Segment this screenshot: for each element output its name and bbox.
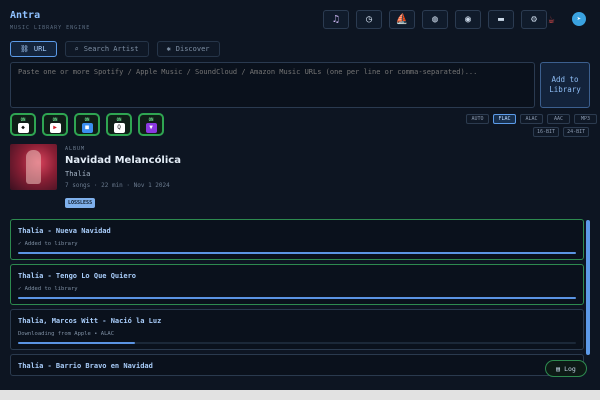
format-selector: AUTO FLAC ALAC AAC MP3 xyxy=(466,114,597,124)
lossless-badge: LOSSLESS xyxy=(65,198,96,208)
bit-depth-16-bit[interactable]: 16-BIT xyxy=(533,127,560,137)
track-progress xyxy=(18,297,576,299)
url-input[interactable] xyxy=(10,62,535,108)
bit-depth-24-bit[interactable]: 24-BIT xyxy=(563,127,590,137)
youtube-music-icon: ▶ xyxy=(49,122,61,133)
mode-tabs: ⛓ URL ⌕ Search Artist ✱ Discover xyxy=(10,41,220,57)
deezer-icon: ▼ xyxy=(145,122,157,133)
bit-depth-selector: 16-BIT 24-BIT xyxy=(533,127,590,137)
add-button-line1: Add to xyxy=(551,75,579,84)
history-button[interactable]: ◷ xyxy=(356,10,382,29)
sailboat-icon: ⛵ xyxy=(395,14,409,25)
track-progress xyxy=(18,342,576,344)
track-status: ✓ Added to library xyxy=(18,241,78,247)
coffee-icon[interactable]: ☕ xyxy=(548,13,555,26)
source-toggle-apple-music[interactable]: ON ■ xyxy=(74,113,100,136)
scrollbar[interactable] xyxy=(586,220,590,355)
source-status: ON xyxy=(52,116,58,122)
gear-button[interactable]: ⚙ xyxy=(521,10,547,29)
tab-label: URL xyxy=(33,45,47,53)
music-button[interactable]: ♫ xyxy=(323,10,349,29)
track-name: Thalía, Marcos Witt - Nació la Luz xyxy=(18,317,162,325)
album-card: ALBUM Navidad Melancólica Thalía 7 songs… xyxy=(10,144,181,208)
tidal-icon: ◆ xyxy=(17,122,29,133)
app-subtitle: MUSIC LIBRARY ENGINE xyxy=(10,25,91,31)
source-toggles: ON ◆ ON ▶ ON ■ ON Q ON ▼ xyxy=(10,113,164,136)
source-toggle-deezer[interactable]: ON ▼ xyxy=(138,113,164,136)
add-button-line2: Library xyxy=(549,85,581,94)
brand: Antra MUSIC LIBRARY ENGINE xyxy=(10,10,90,31)
track-status: Downloading from Apple • ALAC xyxy=(18,331,115,337)
toolbar: ♫ ◷ ⛵ ◍ ◉ ▬ ⚙ xyxy=(323,10,547,29)
tab-icon: ⌕ xyxy=(74,45,79,53)
palette-icon: ◉ xyxy=(464,14,472,25)
app-title: Antra xyxy=(10,10,41,21)
browser-footer xyxy=(0,390,600,400)
log-label: Log xyxy=(564,364,576,373)
sailboat-button[interactable]: ⛵ xyxy=(389,10,415,29)
telegram-icon[interactable]: ➤ xyxy=(572,12,586,26)
tab-icon: ⛓ xyxy=(20,45,29,53)
qobuz-icon: Q xyxy=(113,122,125,133)
album-meta: 7 songs · 22 min · Nov 1 2024 xyxy=(65,182,170,189)
track-status: ✓ Added to library xyxy=(18,286,78,292)
track-row: Thalía, Marcos Witt - Nació la Luz Downlo… xyxy=(10,309,584,350)
music-icon: ♫ xyxy=(332,14,340,25)
add-to-library-button[interactable]: Add to Library xyxy=(540,62,590,108)
source-status: ON xyxy=(148,116,154,122)
gear-icon: ⚙ xyxy=(530,14,538,25)
globe-icon: ◍ xyxy=(431,14,439,25)
album-cover xyxy=(10,144,57,190)
folder-button[interactable]: ▬ xyxy=(488,10,514,29)
tab-search-artist[interactable]: ⌕ Search Artist xyxy=(64,41,149,57)
format-alac[interactable]: ALAC xyxy=(520,114,543,124)
album-title: Navidad Melancólica xyxy=(65,155,181,166)
track-name: Thalía - Barrio Bravo en Navidad xyxy=(18,362,153,370)
track-progress-fill xyxy=(18,342,136,344)
track-name: Thalía - Nueva Navidad xyxy=(18,227,111,235)
folder-icon: ▬ xyxy=(497,14,505,25)
history-icon: ◷ xyxy=(365,14,373,25)
track-progress-fill xyxy=(18,297,576,299)
track-progress-fill xyxy=(18,252,576,254)
format-aac[interactable]: AAC xyxy=(547,114,570,124)
track-progress xyxy=(18,252,576,254)
source-toggle-qobuz[interactable]: ON Q xyxy=(106,113,132,136)
track-row: Thalía - Barrio Bravo en Navidad xyxy=(10,354,584,376)
tab-discover[interactable]: ✱ Discover xyxy=(156,41,220,57)
format-flac[interactable]: FLAC xyxy=(493,114,516,124)
log-icon: ▤ xyxy=(556,364,561,373)
track-name: Thalía - Tengo Lo Que Quiero xyxy=(18,272,137,280)
apple-music-icon: ■ xyxy=(81,122,93,133)
tab-icon: ✱ xyxy=(166,45,171,53)
format-mp3[interactable]: MP3 xyxy=(574,114,597,124)
source-toggle-youtube-music[interactable]: ON ▶ xyxy=(42,113,68,136)
album-artist: Thalía xyxy=(65,170,91,178)
source-status: ON xyxy=(20,116,26,122)
tab-url[interactable]: ⛓ URL xyxy=(10,41,57,57)
log-button[interactable]: ▤ Log xyxy=(545,360,587,377)
source-status: ON xyxy=(116,116,122,122)
tab-label: Discover xyxy=(175,45,210,53)
globe-button[interactable]: ◍ xyxy=(422,10,448,29)
album-type: ALBUM xyxy=(65,146,86,152)
tab-label: Search Artist xyxy=(83,45,139,53)
format-auto[interactable]: AUTO xyxy=(466,114,489,124)
track-row: Thalía - Tengo Lo Que Quiero ✓ Added to l… xyxy=(10,264,584,305)
source-toggle-tidal[interactable]: ON ◆ xyxy=(10,113,36,136)
track-list: Thalía - Nueva Navidad ✓ Added to library… xyxy=(10,219,584,389)
track-row: Thalía - Nueva Navidad ✓ Added to library xyxy=(10,219,584,260)
palette-button[interactable]: ◉ xyxy=(455,10,481,29)
source-status: ON xyxy=(84,116,90,122)
